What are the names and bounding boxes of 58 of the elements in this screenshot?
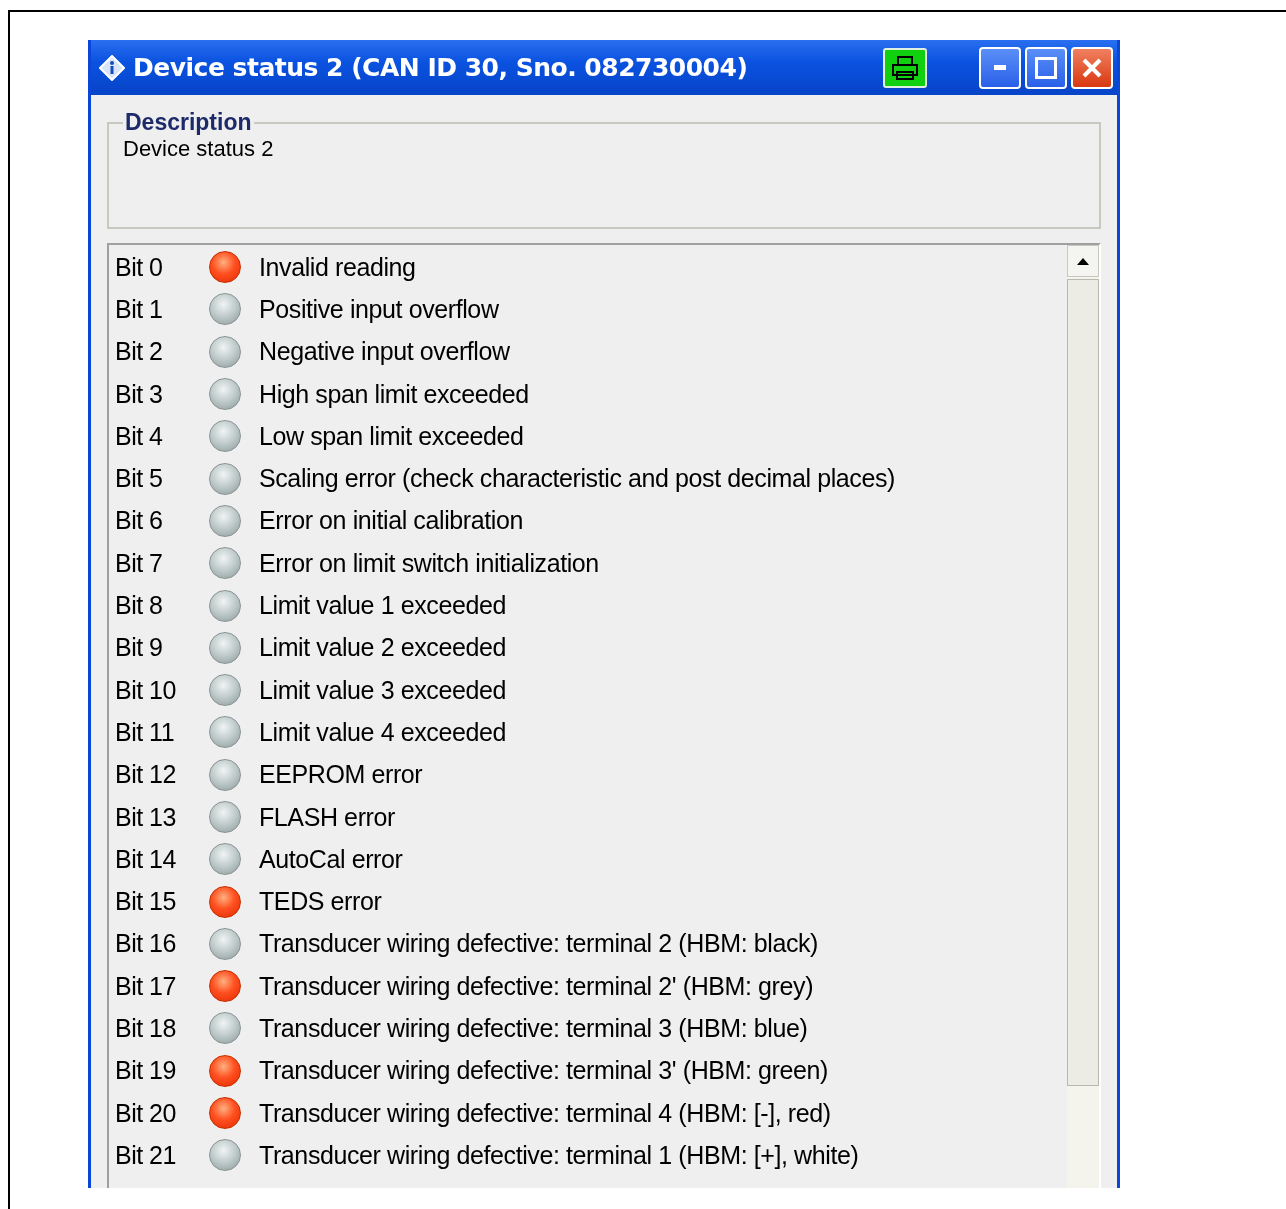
bit-number: Bit 1	[115, 294, 164, 324]
close-button[interactable]	[1071, 46, 1113, 89]
status-label: Transducer wiring defective: terminal 3 (HBM: blue)	[259, 1014, 808, 1043]
status-label: Negative input overflow	[259, 337, 510, 367]
maximize-button[interactable]	[1025, 46, 1067, 89]
close-icon	[1081, 56, 1103, 79]
bit-number: Bit 20	[115, 1098, 177, 1128]
status-label: Transducer wiring defective: terminal 2 (HBM: black)	[259, 929, 819, 959]
bit-number: Bit 2	[115, 337, 164, 367]
bit-number: Bit 6	[115, 506, 164, 536]
status-label: FLASH error	[259, 802, 395, 832]
bit-number: Bit 17	[115, 971, 177, 1001]
description-text: Device status 2	[123, 136, 274, 161]
bit-number: Bit 8	[115, 591, 164, 620]
bit-number: Bit 13	[115, 802, 177, 832]
window-title: Device status 2 (CAN ID 30, Sno. 082730004)	[133, 53, 749, 82]
bit-number: Bit 9	[115, 633, 164, 663]
bit-number: Bit 19	[115, 1056, 177, 1086]
maximize-icon	[1035, 56, 1057, 79]
bit-number: Bit 7	[115, 548, 164, 578]
bit-number: Bit 18	[115, 1014, 177, 1043]
minimize-button[interactable]	[979, 46, 1021, 89]
status-label: Limit value 3 exceeded	[259, 675, 506, 705]
bit-number: Bit 14	[115, 844, 177, 874]
status-label: TEDS error	[259, 887, 382, 917]
scroll-up-button[interactable]	[1067, 245, 1099, 277]
status-label: Low span limit exceeded	[259, 421, 524, 451]
printer-icon	[891, 54, 919, 81]
status-label: Limit value 1 exceeded	[259, 591, 506, 620]
minimize-icon	[994, 65, 1006, 70]
status-label: EEPROM error	[259, 760, 423, 790]
bit-number: Bit 15	[115, 887, 177, 917]
status-label: Transducer wiring defective: terminal 3' (HBM: green)	[259, 1056, 828, 1086]
bit-number: Bit 10	[115, 675, 177, 705]
up-triangle-icon	[1077, 257, 1089, 265]
bit-number: Bit 16	[115, 929, 177, 959]
status-label: Transducer wiring defective: terminal 2' (HBM: grey)	[259, 971, 814, 1001]
print-button[interactable]	[883, 47, 927, 88]
status-label: Error on initial calibration	[259, 506, 523, 536]
status-label: Limit value 4 exceeded	[259, 717, 506, 747]
group-legend: Description	[123, 109, 254, 136]
status-label: Transducer wiring defective: terminal 4 (HBM: [-], red)	[259, 1098, 831, 1128]
bit-number: Bit 12	[115, 760, 177, 790]
status-label: Invalid reading	[259, 252, 416, 282]
status-label: Transducer wiring defective: terminal 1 (HBM: [+], white)	[259, 1140, 859, 1170]
bit-number: Bit 3	[115, 379, 164, 409]
status-label: Limit value 2 exceeded	[259, 633, 506, 663]
status-label: High span limit exceeded	[259, 379, 529, 409]
bit-number: Bit 0	[115, 252, 164, 282]
bit-number: Bit 11	[115, 717, 176, 747]
diamond-info-icon	[99, 54, 125, 81]
status-label: AutoCal error	[259, 844, 403, 874]
status-label: Error on limit switch initialization	[259, 548, 599, 578]
status-label: Positive input overflow	[259, 294, 499, 324]
status-label: Scaling error (check characteristic and post decimal places)	[259, 464, 895, 494]
bit-number: Bit 5	[115, 464, 164, 494]
bit-number: Bit 21	[115, 1140, 177, 1170]
bit-number: Bit 4	[115, 421, 164, 451]
